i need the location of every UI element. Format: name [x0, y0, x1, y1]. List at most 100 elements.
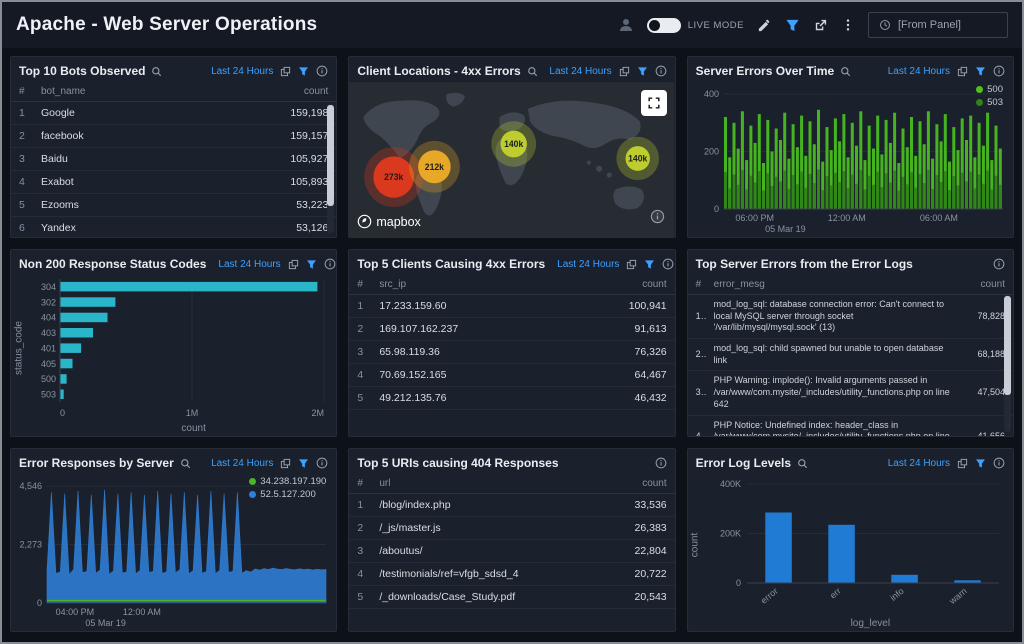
col-header-rank: #	[349, 474, 371, 494]
filter-icon[interactable]	[975, 458, 986, 469]
panel-title: Top 5 Clients Causing 4xx Errors	[357, 257, 545, 271]
svg-text:302: 302	[41, 297, 56, 307]
magnifier-icon[interactable]	[797, 458, 808, 469]
legend-dot	[976, 86, 983, 93]
open-in-search-icon[interactable]	[280, 66, 291, 77]
filter-icon[interactable]	[306, 259, 317, 270]
info-icon[interactable]	[655, 457, 667, 469]
panel-non-200-status-codes: Non 200 Response Status Codes Last 24 Ho…	[10, 249, 337, 437]
panel-top-uris-404: Top 5 URIs causing 404 Responses # url c…	[348, 448, 675, 632]
magnifier-icon[interactable]	[527, 66, 538, 77]
table-row: 1Google159,198	[11, 102, 336, 125]
magnifier-icon[interactable]	[180, 458, 191, 469]
svg-text:06:00 AM: 06:00 AM	[919, 213, 957, 223]
from-panel-dropdown[interactable]: [From Panel]	[868, 12, 1008, 38]
svg-text:140k: 140k	[504, 139, 523, 149]
table-row: 2/_js/master.js26,383	[349, 517, 674, 540]
time-range-link[interactable]: Last 24 Hours	[211, 458, 273, 469]
svg-text:1M: 1M	[186, 408, 199, 418]
info-icon[interactable]	[993, 457, 1005, 469]
table-row: 4Exabot105,893	[11, 171, 336, 194]
scrollbar-thumb[interactable]	[327, 105, 334, 206]
user-icon[interactable]	[618, 17, 634, 33]
scrollbar[interactable]	[327, 104, 334, 233]
more-menu-icon[interactable]	[841, 18, 855, 32]
scrollbar-thumb[interactable]	[1004, 296, 1011, 395]
info-icon[interactable]	[993, 258, 1005, 270]
svg-text:0: 0	[714, 204, 719, 214]
panel-top-10-bots: Top 10 Bots Observed Last 24 Hours # bot…	[10, 56, 337, 238]
world-map[interactable]: 273k212k140k140k mapbox	[349, 82, 674, 237]
svg-text:05 Mar 19: 05 Mar 19	[765, 224, 806, 234]
col-header-count: count	[609, 275, 675, 295]
legend-dot	[976, 99, 983, 106]
info-icon[interactable]	[655, 65, 667, 77]
panel-title: Error Log Levels	[696, 456, 791, 470]
open-in-search-icon[interactable]	[288, 259, 299, 270]
filter-icon[interactable]	[644, 259, 655, 270]
scrollbar[interactable]	[1004, 295, 1011, 432]
legend-item: 503	[976, 97, 1003, 108]
clients-table: # src_ip count 117.233.159.60100,941 216…	[349, 275, 674, 410]
svg-text:info: info	[888, 586, 906, 603]
page-title: Apache - Web Server Operations	[16, 14, 317, 36]
log-levels-chart: 0200K400Kerrorerrinfowarn	[703, 474, 1013, 615]
legend-dot	[249, 478, 256, 485]
share-icon[interactable]	[813, 18, 828, 33]
live-mode-toggle[interactable]	[647, 18, 681, 33]
svg-text:05 Mar 19: 05 Mar 19	[85, 618, 126, 628]
time-range-link[interactable]: Last 24 Hours	[549, 66, 611, 77]
svg-text:4,546: 4,546	[19, 481, 42, 491]
svg-text:401: 401	[41, 344, 56, 354]
table-row: 5/_downloads/Case_Study.pdf20,543	[349, 586, 674, 609]
time-range-link[interactable]: Last 24 Hours	[218, 259, 280, 270]
filter-icon[interactable]	[298, 66, 309, 77]
time-range-link[interactable]: Last 24 Hours	[888, 458, 950, 469]
edit-icon[interactable]	[757, 18, 772, 33]
svg-text:400: 400	[704, 89, 719, 99]
info-icon[interactable]	[662, 258, 674, 270]
svg-text:2,273: 2,273	[19, 540, 42, 550]
magnifier-icon[interactable]	[840, 66, 851, 77]
info-icon[interactable]	[650, 209, 665, 229]
svg-text:140k: 140k	[628, 154, 647, 164]
info-icon[interactable]	[993, 65, 1005, 77]
expand-icon[interactable]	[641, 90, 667, 116]
time-range-link[interactable]: Last 24 Hours	[557, 259, 619, 270]
table-row: 3/aboutus/22,804	[349, 540, 674, 563]
open-in-search-icon[interactable]	[626, 259, 637, 270]
filter-icon[interactable]	[298, 458, 309, 469]
filter-icon[interactable]	[637, 66, 648, 77]
live-mode-label: LIVE MODE	[688, 20, 744, 31]
time-range-link[interactable]: Last 24 Hours	[211, 66, 273, 77]
filter-icon[interactable]	[785, 18, 800, 33]
magnifier-icon[interactable]	[151, 66, 162, 77]
panel-title: Top 10 Bots Observed	[19, 64, 145, 78]
time-range-link[interactable]: Last 24 Hours	[888, 66, 950, 77]
open-in-search-icon[interactable]	[280, 458, 291, 469]
col-header-rank: #	[349, 275, 371, 295]
filter-icon[interactable]	[975, 66, 986, 77]
open-in-search-icon[interactable]	[957, 66, 968, 77]
table-row: 2facebook159,157	[11, 125, 336, 148]
svg-text:200K: 200K	[720, 529, 741, 539]
svg-text:500: 500	[41, 374, 56, 384]
svg-text:0: 0	[37, 598, 42, 608]
open-in-search-icon[interactable]	[957, 458, 968, 469]
header: Apache - Web Server Operations LIVE MODE…	[2, 2, 1022, 48]
open-in-search-icon[interactable]	[619, 66, 630, 77]
info-icon[interactable]	[316, 65, 328, 77]
info-icon[interactable]	[316, 457, 328, 469]
table-row: 2mod_log_sql: child spawned but unable t…	[688, 339, 1013, 371]
panel-error-responses-by-server: Error Responses by Server Last 24 Hours …	[10, 448, 337, 632]
col-header-src-ip: src_ip	[371, 275, 608, 295]
mapbox-logo[interactable]: mapbox	[357, 214, 420, 229]
chart-legend: 34.238.197.190 52.5.127.200	[249, 476, 326, 500]
error-logs-table: # error_mesg count 1mod_log_sql: databas…	[688, 275, 1013, 436]
svg-text:0: 0	[60, 408, 65, 418]
info-icon[interactable]	[324, 258, 336, 270]
error-responses-chart: 02,2734,54604:00 PM12:00 AM05 Mar 19	[13, 478, 334, 631]
table-row: 3Baidu105,927	[11, 148, 336, 171]
x-axis-label: count	[51, 423, 336, 434]
panel-title: Top Server Errors from the Error Logs	[696, 257, 913, 271]
